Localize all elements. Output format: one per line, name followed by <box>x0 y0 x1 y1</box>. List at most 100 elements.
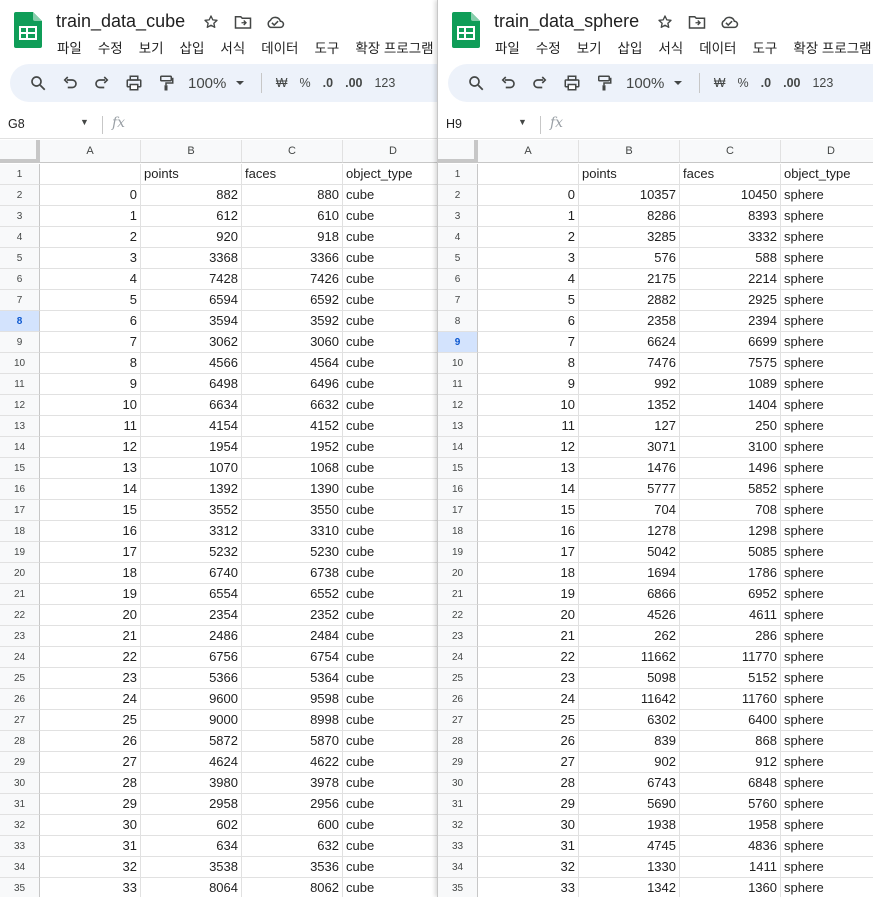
cloud-saved-icon[interactable] <box>263 12 287 32</box>
data-cell[interactable]: sphere <box>781 521 873 542</box>
data-cell[interactable]: 6592 <box>242 290 343 311</box>
data-cell[interactable]: 19 <box>478 584 579 605</box>
data-cell[interactable]: 9000 <box>141 710 242 731</box>
data-cell[interactable]: 30 <box>478 815 579 836</box>
data-cell[interactable]: 1392 <box>141 479 242 500</box>
data-cell[interactable]: 6498 <box>141 374 242 395</box>
row-number[interactable]: 2 <box>0 185 40 206</box>
data-cell[interactable]: sphere <box>781 206 873 227</box>
data-cell[interactable]: cube <box>343 458 437 479</box>
percent-format-button[interactable]: % <box>294 76 317 90</box>
data-cell[interactable]: sphere <box>781 647 873 668</box>
data-cell[interactable]: 902 <box>579 752 680 773</box>
increase-decimal-button[interactable]: .00 <box>339 76 368 90</box>
data-cell[interactable]: 23 <box>40 668 141 689</box>
data-cell[interactable]: 26 <box>478 731 579 752</box>
data-cell[interactable]: 127 <box>579 416 680 437</box>
data-cell[interactable]: cube <box>343 332 437 353</box>
data-cell[interactable]: 33 <box>40 878 141 897</box>
decrease-decimal-button[interactable]: .0 <box>755 76 777 90</box>
data-cell[interactable]: 5852 <box>680 479 781 500</box>
row-number[interactable]: 33 <box>0 836 40 857</box>
data-cell[interactable]: 2352 <box>242 605 343 626</box>
data-cell[interactable]: 1298 <box>680 521 781 542</box>
data-cell[interactable]: 5230 <box>242 542 343 563</box>
data-cell[interactable]: 31 <box>40 836 141 857</box>
header-cell[interactable]: points <box>579 164 680 185</box>
data-cell[interactable]: 8064 <box>141 878 242 897</box>
data-cell[interactable]: 7428 <box>141 269 242 290</box>
data-cell[interactable]: sphere <box>781 227 873 248</box>
document-title[interactable]: train_data_cube <box>56 11 185 32</box>
data-cell[interactable]: sphere <box>781 857 873 878</box>
data-cell[interactable]: 3594 <box>141 311 242 332</box>
data-cell[interactable]: 6754 <box>242 647 343 668</box>
data-cell[interactable]: 868 <box>680 731 781 752</box>
row-number[interactable]: 34 <box>438 857 478 878</box>
data-cell[interactable]: 11 <box>40 416 141 437</box>
row-number[interactable]: 4 <box>438 227 478 248</box>
data-cell[interactable]: 4836 <box>680 836 781 857</box>
row-number[interactable]: 1 <box>0 164 40 185</box>
star-icon[interactable] <box>199 12 223 32</box>
data-cell[interactable]: sphere <box>781 185 873 206</box>
menu-item[interactable]: 보기 <box>131 37 172 57</box>
data-cell[interactable]: 1411 <box>680 857 781 878</box>
row-number[interactable]: 7 <box>0 290 40 311</box>
data-cell[interactable]: 31 <box>478 836 579 857</box>
data-cell[interactable]: cube <box>343 668 437 689</box>
data-cell[interactable]: 1952 <box>242 437 343 458</box>
data-cell[interactable]: sphere <box>781 332 873 353</box>
row-number[interactable]: 21 <box>0 584 40 605</box>
data-cell[interactable]: 6 <box>478 311 579 332</box>
data-cell[interactable]: 6848 <box>680 773 781 794</box>
data-cell[interactable]: 6302 <box>579 710 680 731</box>
data-cell[interactable]: 16 <box>40 521 141 542</box>
data-cell[interactable]: cube <box>343 521 437 542</box>
data-cell[interactable]: cube <box>343 290 437 311</box>
data-cell[interactable]: 7 <box>40 332 141 353</box>
data-cell[interactable]: 1342 <box>579 878 680 897</box>
select-all-corner[interactable] <box>438 140 478 163</box>
print-icon[interactable] <box>558 69 586 97</box>
data-cell[interactable]: 1786 <box>680 563 781 584</box>
row-number[interactable]: 2 <box>438 185 478 206</box>
data-cell[interactable]: 1954 <box>141 437 242 458</box>
row-number[interactable]: 11 <box>0 374 40 395</box>
data-cell[interactable]: sphere <box>781 542 873 563</box>
data-cell[interactable]: cube <box>343 248 437 269</box>
data-cell[interactable]: 0 <box>40 185 141 206</box>
data-cell[interactable]: 1352 <box>579 395 680 416</box>
data-cell[interactable]: 4154 <box>141 416 242 437</box>
data-cell[interactable]: 6743 <box>579 773 680 794</box>
data-cell[interactable]: 10357 <box>579 185 680 206</box>
data-cell[interactable]: 588 <box>680 248 781 269</box>
data-cell[interactable]: cube <box>343 206 437 227</box>
row-number[interactable]: 28 <box>0 731 40 752</box>
data-cell[interactable]: 7575 <box>680 353 781 374</box>
row-number[interactable]: 35 <box>438 878 478 897</box>
data-cell[interactable]: 32 <box>478 857 579 878</box>
row-number[interactable]: 5 <box>438 248 478 269</box>
data-cell[interactable]: sphere <box>781 710 873 731</box>
data-cell[interactable]: 11760 <box>680 689 781 710</box>
row-number[interactable]: 23 <box>0 626 40 647</box>
data-cell[interactable]: 1404 <box>680 395 781 416</box>
data-cell[interactable]: 25 <box>40 710 141 731</box>
column-header-c[interactable]: C <box>242 140 343 163</box>
currency-format-button[interactable]: ₩ <box>270 76 294 90</box>
data-cell[interactable]: 9598 <box>242 689 343 710</box>
data-cell[interactable]: 5 <box>40 290 141 311</box>
row-number[interactable]: 13 <box>0 416 40 437</box>
select-all-corner[interactable] <box>0 140 40 163</box>
data-cell[interactable]: 3368 <box>141 248 242 269</box>
data-cell[interactable]: 7426 <box>242 269 343 290</box>
data-cell[interactable]: 21 <box>478 626 579 647</box>
row-number[interactable]: 17 <box>438 500 478 521</box>
data-cell[interactable]: 602 <box>141 815 242 836</box>
data-cell[interactable]: 6 <box>40 311 141 332</box>
row-number[interactable]: 26 <box>438 689 478 710</box>
column-header-d[interactable]: D <box>781 140 873 163</box>
data-cell[interactable]: cube <box>343 752 437 773</box>
row-number[interactable]: 3 <box>0 206 40 227</box>
